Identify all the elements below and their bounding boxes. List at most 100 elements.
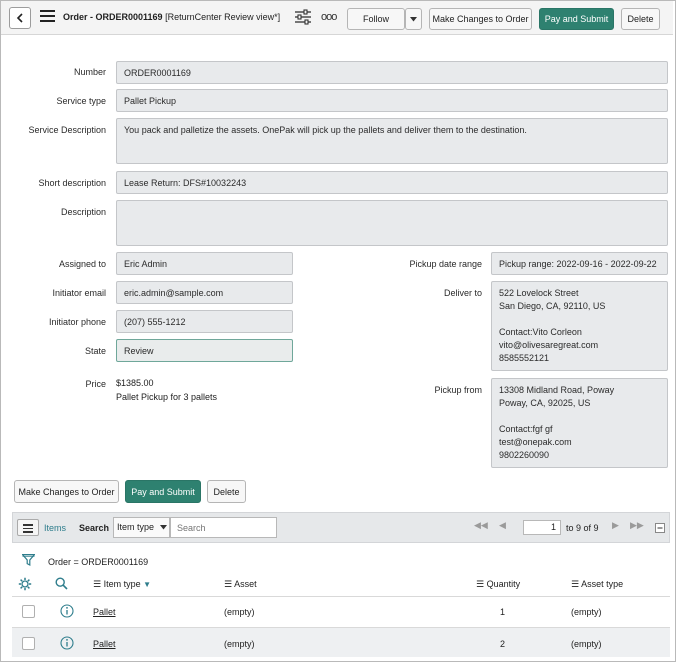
row-asset-type: (empty): [571, 639, 602, 649]
previous-page-icon[interactable]: ◀: [499, 520, 506, 531]
number-label: Number: [73, 67, 106, 77]
state-field[interactable]: Review: [116, 339, 293, 362]
column-menu-icon[interactable]: ☰: [93, 579, 101, 589]
follow-dropdown-button[interactable]: [405, 8, 422, 30]
follow-button[interactable]: Follow: [347, 8, 405, 30]
sliders-icon[interactable]: [294, 9, 312, 25]
first-page-icon[interactable]: ◀◀: [474, 520, 488, 531]
state-label: State: [84, 346, 106, 356]
description-label: Description: [60, 207, 106, 217]
column-header-asset[interactable]: ☰ Asset: [224, 579, 257, 590]
short-description-field[interactable]: Lease Return: DFS#10032243: [116, 171, 668, 194]
column-header-label: Asset: [234, 579, 257, 589]
row-item-type-link[interactable]: Pallet: [93, 607, 116, 617]
pickup-from-line: 9802260090: [499, 450, 550, 460]
info-icon[interactable]: [60, 604, 74, 618]
initiator-email-label: Initiator email: [52, 288, 106, 298]
price-label: Price: [85, 379, 106, 389]
initiator-phone-label: Initiator phone: [48, 317, 106, 327]
assigned-to-label: Assigned to: [58, 259, 106, 269]
row-item-type-link[interactable]: Pallet: [93, 639, 116, 649]
filter-breadcrumb[interactable]: Order = ORDER0001169: [48, 557, 148, 567]
row-checkbox[interactable]: [22, 605, 35, 618]
page-number-input[interactable]: 1: [523, 520, 561, 535]
row-quantity: 1: [500, 607, 506, 617]
pay-and-submit-bottom-button[interactable]: Pay and Submit: [125, 480, 201, 503]
caret-down-icon: [410, 16, 417, 21]
column-header-label: Asset type: [581, 579, 624, 589]
search-label: Search: [79, 523, 110, 533]
deliver-to-line: 522 Lovelock Street: [499, 288, 579, 298]
more-options-icon[interactable]: ooo: [321, 11, 337, 23]
number-field[interactable]: ORDER0001169: [116, 61, 668, 84]
make-changes-button[interactable]: Make Changes to Order: [429, 8, 532, 30]
page-total: to 9 of 9: [566, 523, 599, 533]
gear-icon[interactable]: [18, 577, 32, 591]
sort-desc-icon: ▼: [143, 580, 152, 589]
form-header: Order - ORDER0001169 [ReturnCenter Revie…: [1, 1, 673, 35]
list-menu-icon[interactable]: [17, 519, 39, 536]
column-menu-icon[interactable]: ☰: [571, 579, 579, 589]
price-note: Pallet Pickup for 3 pallets: [116, 392, 218, 402]
make-changes-bottom-button[interactable]: Make Changes to Order: [14, 480, 119, 503]
pickup-from-line: [499, 410, 660, 423]
deliver-to-line: vito@olivesaregreat.com: [499, 340, 599, 350]
caret-down-icon: [159, 525, 167, 530]
row-asset: (empty): [224, 639, 255, 649]
record-title: Order - ORDER0001169: [63, 12, 163, 22]
column-header-label: Item type: [103, 579, 141, 589]
next-page-icon[interactable]: ▶: [612, 520, 619, 531]
row-checkbox[interactable]: [22, 637, 35, 650]
column-menu-icon[interactable]: ☰: [224, 579, 232, 589]
items-tab[interactable]: Items: [44, 523, 66, 533]
pickup-date-label: Pickup date range: [409, 259, 482, 269]
column-header-quantity[interactable]: ☰ Quantity: [476, 579, 520, 590]
delete-bottom-button[interactable]: Delete: [207, 480, 246, 503]
description-field[interactable]: [116, 200, 668, 246]
column-menu-icon[interactable]: ☰: [476, 579, 484, 589]
service-description-label: Service Description: [28, 125, 106, 135]
row-asset: (empty): [224, 607, 255, 617]
short-description-label: Short description: [38, 178, 106, 188]
pickup-from-field[interactable]: 13308 Midland Road, Poway Poway, CA, 920…: [491, 378, 668, 468]
pickup-from-line: Contact:fgf gf: [499, 424, 553, 434]
list-search-input[interactable]: [170, 517, 277, 538]
service-description-field[interactable]: You pack and palletize the assets. OnePa…: [116, 118, 668, 164]
pay-and-submit-button[interactable]: Pay and Submit: [539, 8, 614, 30]
row-asset-type: (empty): [571, 607, 602, 617]
search-icon[interactable]: [55, 577, 68, 590]
view-name: [ReturnCenter Review view*]: [165, 12, 281, 22]
delete-button[interactable]: Delete: [621, 8, 660, 30]
deliver-to-line: Contact:Vito Corleon: [499, 327, 582, 337]
page-title: Order - ORDER0001169 [ReturnCenter Revie…: [63, 12, 280, 22]
chevron-left-icon: [16, 13, 23, 23]
deliver-to-line: [499, 313, 660, 326]
menu-icon[interactable]: [40, 10, 55, 24]
service-type-field[interactable]: Pallet Pickup: [116, 89, 668, 112]
initiator-email-field[interactable]: eric.admin@sample.com: [116, 281, 293, 304]
column-header-label: Quantity: [486, 579, 521, 589]
column-header-asset-type[interactable]: ☰ Asset type: [571, 579, 623, 590]
pickup-from-line: Poway, CA, 92025, US: [499, 398, 591, 408]
search-field-value: Item type: [117, 522, 155, 532]
column-header-item-type[interactable]: ☰ Item type ▼: [93, 579, 151, 590]
deliver-to-label: Deliver to: [443, 288, 482, 298]
deliver-to-line: 8585552121: [499, 353, 550, 363]
service-type-label: Service type: [56, 96, 106, 106]
collapse-icon[interactable]: [655, 523, 665, 533]
back-button[interactable]: [9, 7, 31, 29]
row-quantity: 2: [500, 639, 506, 649]
deliver-to-line: San Diego, CA, 92110, US: [499, 301, 606, 311]
deliver-to-field[interactable]: 522 Lovelock Street San Diego, CA, 92110…: [491, 281, 668, 371]
info-icon[interactable]: [60, 636, 74, 650]
search-field-select[interactable]: Item type: [113, 517, 170, 538]
last-page-icon[interactable]: ▶▶: [630, 520, 644, 531]
pickup-date-field[interactable]: Pickup range: 2022-09-16 - 2022-09-22: [491, 252, 668, 275]
assigned-to-field[interactable]: Eric Admin: [116, 252, 293, 275]
pickup-from-line: test@onepak.com: [499, 437, 572, 447]
pickup-from-label: Pickup from: [434, 385, 482, 395]
price-value: $1385.00: [116, 378, 154, 388]
initiator-phone-field[interactable]: (207) 555-1212: [116, 310, 293, 333]
filter-icon[interactable]: [22, 554, 35, 566]
pickup-from-line: 13308 Midland Road, Poway: [499, 385, 615, 395]
